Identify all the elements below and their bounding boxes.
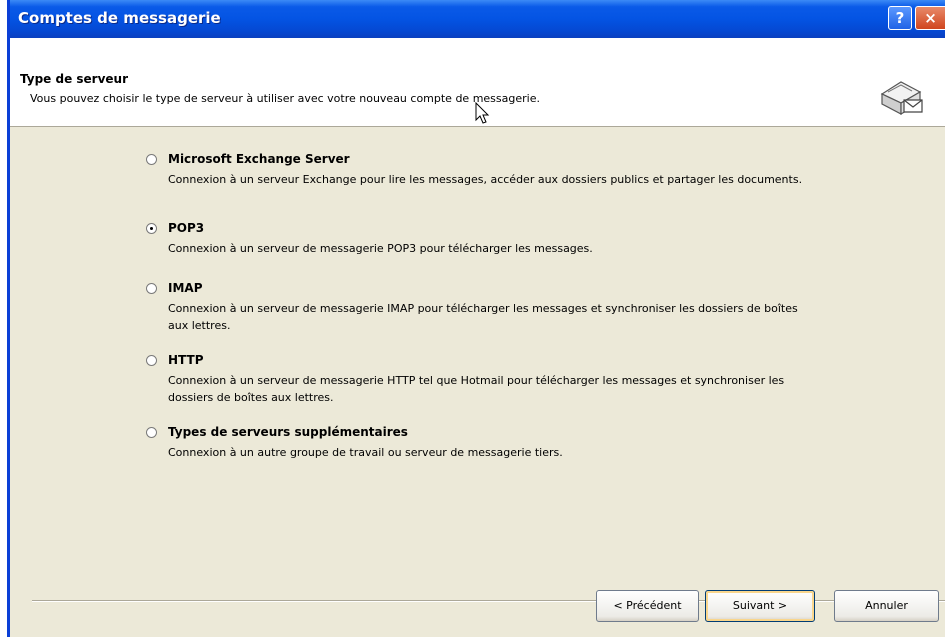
page-title: Type de serveur (20, 72, 129, 86)
dialog-window: Comptes de messagerie ? × Type de serveu… (7, 0, 945, 637)
option-description: Connexion à un serveur de messagerie HTT… (168, 374, 785, 404)
help-button[interactable]: ? (888, 6, 912, 30)
mouse-cursor-icon (475, 102, 490, 124)
close-button[interactable]: × (915, 6, 945, 30)
option-label: Types de serveurs supplémentaires (168, 425, 408, 439)
mail-server-icon (880, 81, 923, 116)
radio-other-servers[interactable] (146, 427, 157, 438)
option-description: Connexion à un serveur Exchange pour lir… (168, 173, 803, 186)
cancel-button[interactable]: Annuler (834, 590, 939, 622)
radio-exchange[interactable] (146, 154, 157, 165)
option-label: IMAP (168, 281, 203, 295)
option-label: HTTP (168, 353, 204, 367)
radio-http[interactable] (146, 355, 157, 366)
header-panel: Type de serveur Vous pouvez choisir le t… (10, 38, 945, 127)
option-label: Microsoft Exchange Server (168, 152, 350, 166)
radio-pop3[interactable] (146, 223, 157, 234)
next-button[interactable]: Suivant > (705, 590, 815, 622)
option-label: POP3 (168, 221, 205, 235)
back-button[interactable]: < Précédent (596, 590, 699, 622)
option-description: Connexion à un serveur de messagerie IMA… (168, 302, 798, 332)
option-description: Connexion à un serveur de messagerie POP… (168, 242, 593, 255)
title-bar[interactable]: Comptes de messagerie ? × (10, 0, 945, 38)
page-subtitle: Vous pouvez choisir le type de serveur à… (30, 92, 540, 105)
option-description: Connexion à un autre groupe de travail o… (168, 446, 563, 459)
radio-imap[interactable] (146, 283, 157, 294)
window-title: Comptes de messagerie (18, 9, 221, 27)
